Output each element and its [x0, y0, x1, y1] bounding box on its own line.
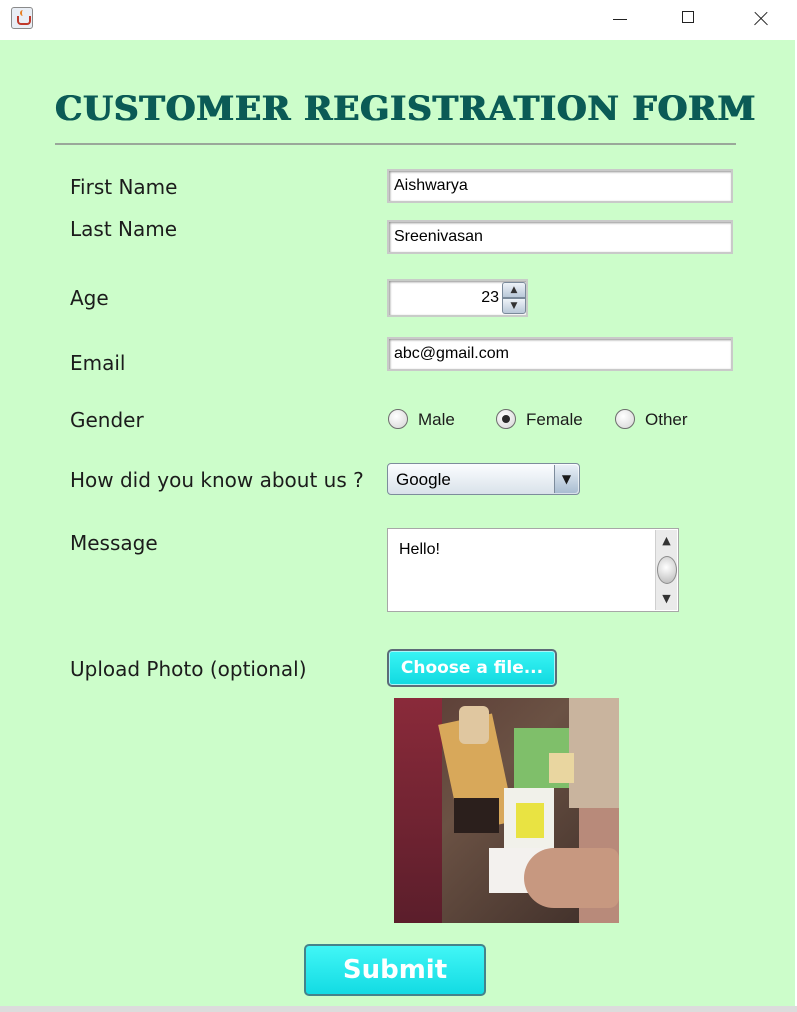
java-cup-icon[interactable]: [11, 7, 33, 29]
title-divider: [55, 143, 736, 145]
message-scrollbar[interactable]: ▲ ▼: [655, 530, 677, 610]
first-name-label: First Name: [70, 175, 178, 199]
minimize-icon[interactable]: [598, 0, 644, 40]
message-label: Message: [70, 531, 158, 555]
referral-dropdown[interactable]: Google ▼: [387, 463, 580, 495]
window-bottom-border: [0, 1006, 797, 1012]
close-icon[interactable]: [737, 0, 783, 40]
referral-selected-value: Google: [396, 470, 451, 489]
radio-unselected-icon[interactable]: [388, 409, 408, 429]
email-label: Email: [70, 351, 126, 375]
spinner-up-icon[interactable]: ▲: [502, 282, 526, 298]
spinner-down-icon[interactable]: ▼: [502, 298, 526, 314]
scroll-up-icon[interactable]: ▲: [656, 532, 677, 550]
gender-label: Gender: [70, 408, 144, 432]
chevron-down-icon[interactable]: ▼: [554, 465, 578, 493]
scroll-thumb[interactable]: [657, 556, 677, 584]
radio-selected-icon[interactable]: [496, 409, 516, 429]
age-value[interactable]: 23: [389, 281, 499, 315]
message-textarea[interactable]: Hello! ▲ ▼: [387, 528, 679, 612]
window-titlebar: [0, 0, 795, 40]
radio-unselected-icon[interactable]: [615, 409, 635, 429]
scroll-down-icon[interactable]: ▼: [656, 590, 677, 608]
first-name-field[interactable]: Aishwarya: [387, 169, 733, 203]
referral-label: How did you know about us ?: [70, 468, 364, 492]
age-label: Age: [70, 286, 109, 310]
age-spinner[interactable]: 23 ▲ ▼: [387, 279, 528, 317]
submit-button[interactable]: Submit: [304, 944, 486, 996]
gender-option-label: Female: [526, 410, 583, 429]
maximize-icon[interactable]: [666, 0, 712, 40]
form-title: CUSTOMER REGISTRATION FORM: [55, 89, 756, 129]
message-text[interactable]: Hello!: [399, 541, 440, 559]
last-name-label: Last Name: [70, 217, 178, 241]
last-name-field[interactable]: Sreenivasan: [387, 220, 733, 254]
gender-option-label: Other: [645, 410, 688, 429]
upload-photo-label: Upload Photo (optional): [70, 657, 307, 681]
email-field[interactable]: abc@gmail.com: [387, 337, 733, 371]
gender-option-label: Male: [418, 410, 455, 429]
uploaded-photo-preview: [394, 698, 619, 923]
choose-file-button[interactable]: Choose a file...: [387, 649, 557, 687]
